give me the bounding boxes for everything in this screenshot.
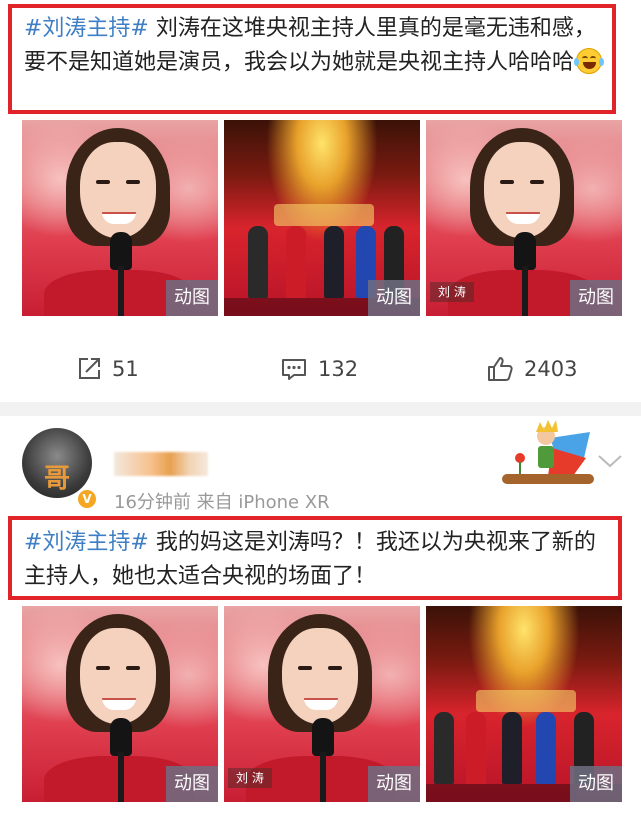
post-1-image-1[interactable]: 动图	[22, 120, 218, 316]
image-caption: 刘 涛	[430, 282, 474, 302]
comment-button[interactable]: 132	[280, 346, 358, 392]
thumbs-up-icon	[488, 357, 513, 381]
image-caption: 刘 涛	[228, 768, 272, 788]
post-2-image-3[interactable]: 动图	[426, 606, 622, 802]
avatar-label: 哥	[44, 464, 71, 494]
little-prince-sticker-icon	[502, 420, 594, 484]
post-1-hashtag[interactable]: #刘涛主持#	[24, 16, 149, 41]
like-button[interactable]: 2403	[486, 346, 577, 392]
like-count: 2403	[524, 357, 578, 381]
gif-badge: 动图	[570, 766, 622, 802]
laughing-tears-icon	[574, 48, 605, 74]
gif-badge: 动图	[368, 766, 420, 802]
share-icon	[79, 358, 100, 379]
verified-badge-icon: V	[76, 488, 98, 510]
gif-badge: 动图	[166, 280, 218, 316]
repost-button[interactable]: 51	[76, 346, 139, 392]
post-2-image-1[interactable]: 动图	[22, 606, 218, 802]
avatar[interactable]: 哥	[22, 428, 92, 498]
post-1-action-bar: 51 132 2403	[0, 346, 641, 392]
post-1-image-2[interactable]: 动图	[224, 120, 420, 316]
comment-count: 132	[318, 357, 359, 381]
post-1-text-highlight: #刘涛主持# 刘涛在这堆央视主持人里真的是毫无违和感，要不是知道她是演员，我会以…	[8, 4, 616, 114]
post-2-image-2[interactable]: 刘 涛 动图	[224, 606, 420, 802]
post-meta: 16分钟前 来自 iPhone XR	[114, 492, 330, 513]
post-2-text-highlight: #刘涛主持# 我的妈这是刘涛吗？！我还以为央视来了新的主持人，她也太适合央视的场…	[8, 516, 622, 600]
username-blurred[interactable]	[114, 452, 208, 476]
gif-badge: 动图	[368, 280, 420, 316]
comment-icon	[282, 359, 306, 380]
gif-badge: 动图	[166, 766, 218, 802]
gif-badge: 动图	[570, 280, 622, 316]
chevron-down-icon[interactable]	[596, 452, 624, 470]
repost-count: 51	[112, 357, 139, 381]
post-2-hashtag[interactable]: #刘涛主持#	[24, 530, 149, 555]
post-1-image-3[interactable]: 刘 涛 动图	[426, 120, 622, 316]
feed-divider	[0, 402, 641, 416]
